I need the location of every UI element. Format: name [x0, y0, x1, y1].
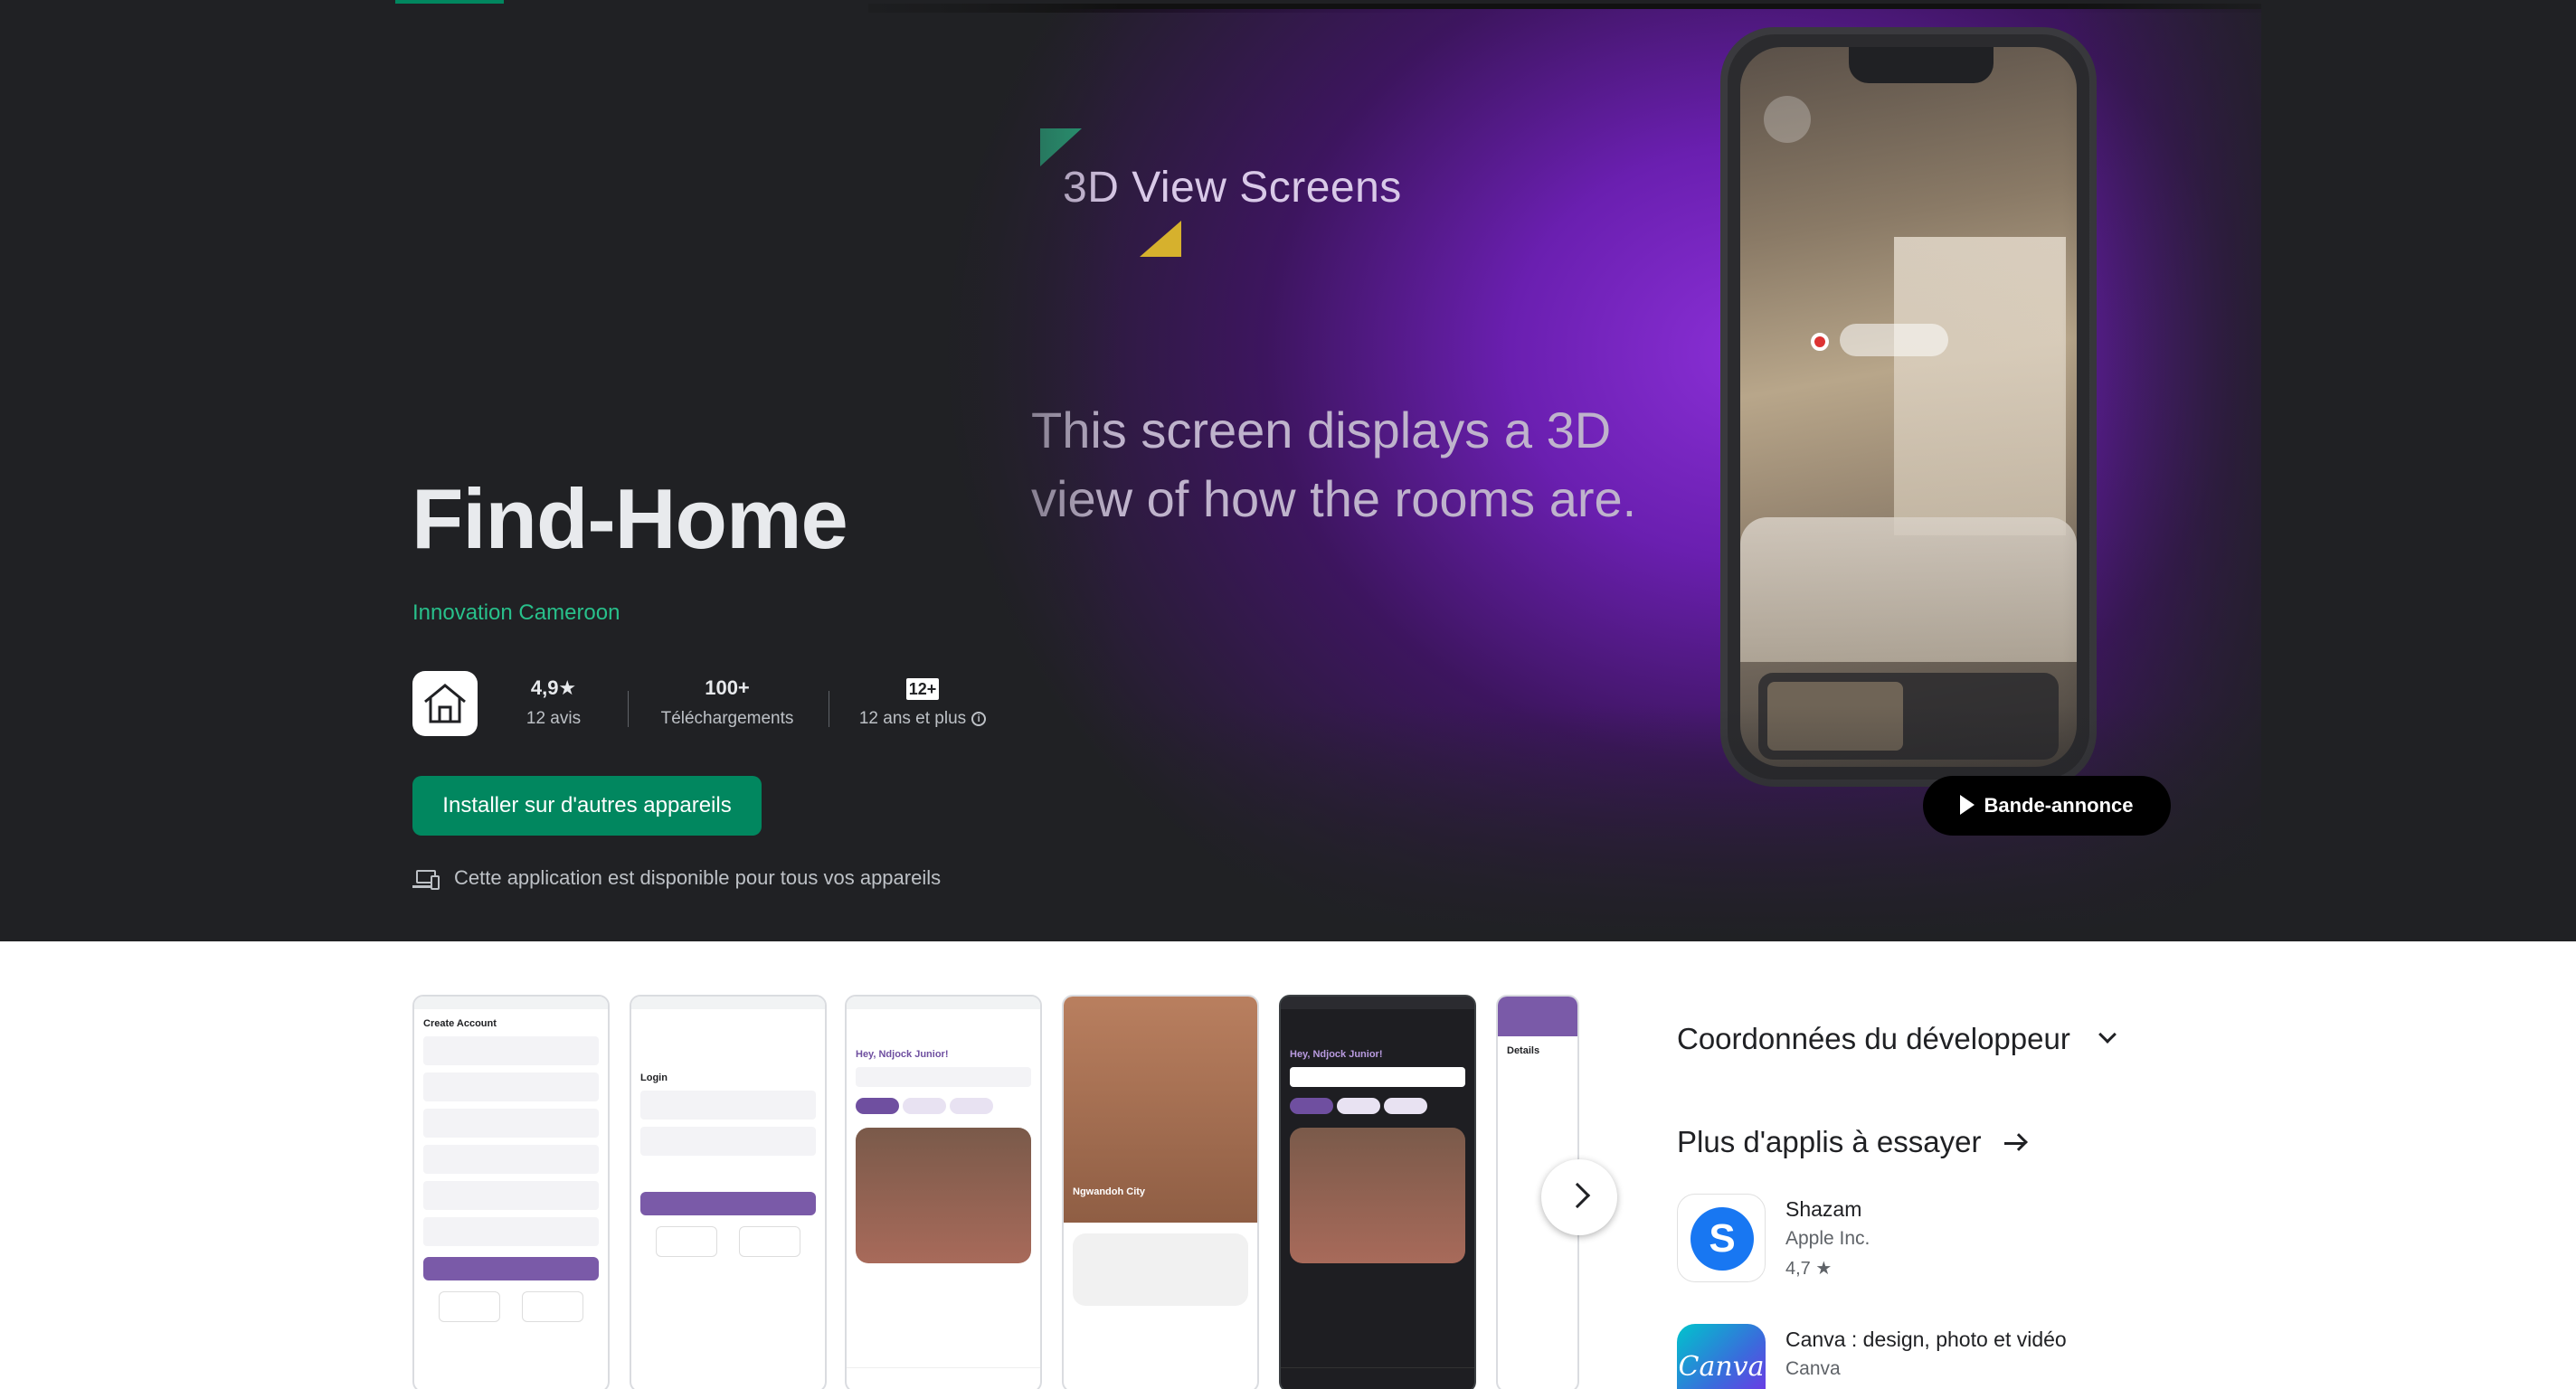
chevron-down-icon — [2098, 1025, 2117, 1044]
age-rating-label: 12 ans et plus — [858, 709, 967, 728]
screenshot-3[interactable]: Hey, Ndjock Junior! — [845, 995, 1042, 1389]
app-icon — [412, 671, 478, 736]
back-icon — [1764, 96, 1811, 143]
screenshot-caption: Ngwandoh City — [1073, 1186, 1146, 1197]
play-store-page: 3D View Screens This screen displays a 3… — [0, 0, 2576, 1389]
phone-3d-room-view — [1740, 47, 2077, 767]
screenshot-caption: Create Account — [423, 1018, 497, 1029]
hero-section: 3D View Screens This screen displays a 3… — [0, 0, 2576, 941]
hotspot-dot — [1811, 333, 1829, 351]
recommended-app-rating: 4,7 ★ — [1785, 1259, 1833, 1279]
screenshot-2[interactable]: Login — [630, 995, 827, 1389]
play-icon — [1960, 795, 1975, 816]
trailer-button[interactable]: Bande-annonce — [1923, 776, 2171, 836]
screenshot-caption: Hey, Ndjock Junior! — [1290, 1049, 1383, 1060]
screenshot-1[interactable]: Create Account — [412, 995, 610, 1389]
screenshot-5[interactable]: Hey, Ndjock Junior! — [1279, 995, 1476, 1389]
downloads-value: 100+ — [705, 676, 750, 699]
age-rating-stat[interactable]: 12+ 12 ans et plus i — [852, 675, 993, 729]
more-apps-label: Plus d'applis à essayer — [1677, 1125, 1982, 1158]
stat-divider — [628, 691, 629, 727]
chevron-right-icon — [1564, 1182, 1591, 1209]
screenshot-caption: Hey, Ndjock Junior! — [856, 1049, 949, 1060]
canva-app-icon: Canva — [1677, 1324, 1766, 1389]
screenshots-carousel[interactable]: Create Account Login Hey, Ndjock Junior! — [412, 995, 1579, 1389]
screenshot-4[interactable]: Ngwandoh City — [1062, 995, 1259, 1389]
developer-contact-label: Coordonnées du développeur — [1677, 1022, 2070, 1055]
info-icon[interactable]: i — [971, 711, 987, 726]
progress-accent — [395, 0, 504, 4]
rating-count: 12 avis — [526, 709, 582, 728]
developer-link[interactable]: Innovation Cameroon — [412, 600, 620, 626]
developer-contact-toggle[interactable]: Coordonnées du développeur — [1677, 1022, 2117, 1056]
devices-note: Cette application est disponible pour to… — [454, 866, 942, 889]
age-rating-badge: 12+ — [905, 678, 940, 700]
install-button[interactable]: Installer sur d'autres appareils — [412, 776, 762, 836]
phone-mockup — [1720, 27, 2097, 787]
recommended-app-developer: Canva — [1785, 1358, 1841, 1379]
house-icon — [424, 684, 466, 723]
devices-availability: Cette application est disponible pour to… — [412, 866, 942, 891]
room-window — [1894, 237, 2066, 535]
recommended-app-canva[interactable]: Canva Canva : design, photo et vidéo Can… — [1677, 1324, 2093, 1389]
carousel-next-button[interactable] — [1541, 1159, 1617, 1235]
recommended-app-name: Shazam — [1785, 1197, 1862, 1221]
more-apps-link[interactable]: Plus d'applis à essayer — [1677, 1125, 2029, 1159]
decor-triangle-yellow — [1140, 221, 1181, 257]
phone-notch — [1849, 47, 1994, 83]
devices-icon — [412, 868, 440, 891]
rating-value: 4,9★ — [530, 676, 577, 699]
hotspot-tag — [1840, 324, 1948, 356]
trailer-label: Bande-annonce — [1984, 794, 2134, 817]
recommended-app-name: Canva : design, photo et vidéo — [1785, 1328, 2067, 1351]
rating-stat[interactable]: 4,9★ 12 avis — [516, 675, 592, 729]
downloads-stat: 100+ Téléchargements — [653, 675, 801, 729]
screenshot-caption: Details — [1507, 1045, 1540, 1056]
arrow-right-icon — [2004, 1133, 2029, 1154]
screenshot-caption: Login — [640, 1072, 668, 1083]
shazam-app-icon: S — [1677, 1194, 1766, 1282]
downloads-label: Téléchargements — [660, 709, 794, 728]
recommended-app-shazam[interactable]: S Shazam Apple Inc. 4,7 ★ — [1677, 1194, 2057, 1284]
recommended-app-developer: Apple Inc. — [1785, 1228, 1870, 1249]
app-title: Find-Home — [412, 471, 848, 566]
room-sofa — [1740, 517, 2077, 662]
feature-graphic-body: This screen displays a 3D view of how th… — [1031, 402, 1637, 527]
